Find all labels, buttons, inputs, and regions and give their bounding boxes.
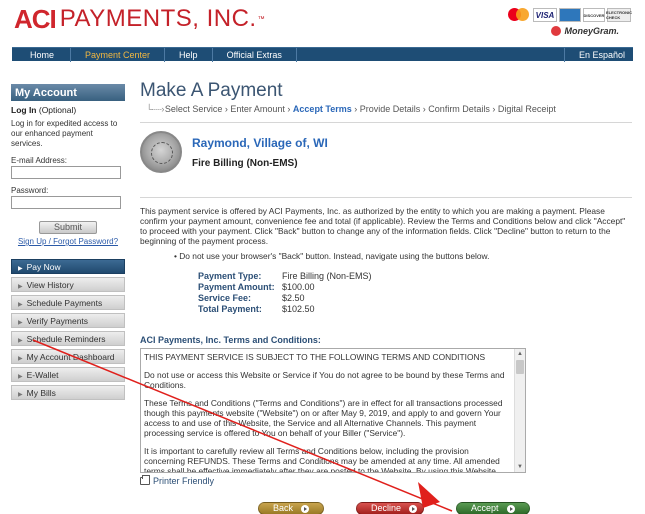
terms-paragraph: It is important to carefully review all … xyxy=(144,446,500,473)
accept-button[interactable]: Accept xyxy=(456,502,530,514)
breadcrumb-current: Accept Terms xyxy=(292,104,352,114)
menu-my-bills[interactable]: ▶ My Bills xyxy=(11,385,125,400)
terms-paragraph: Do not use or access this Website or Ser… xyxy=(144,370,505,390)
nav-home[interactable]: Home xyxy=(12,47,72,62)
discover-icon: DISCOVER xyxy=(583,8,605,22)
email-label: E-mail Address: xyxy=(11,156,68,165)
terms-title: ACI Payments, Inc. Terms and Conditions: xyxy=(140,335,321,345)
logo-aci-text: ACI xyxy=(14,3,57,34)
back-button[interactable]: Back xyxy=(258,502,324,514)
amex-icon xyxy=(559,8,581,22)
arrow-right-icon: ▶ xyxy=(18,320,23,326)
printer-friendly-label: Printer Friendly xyxy=(153,476,215,486)
login-title: Log In (Optional) xyxy=(11,105,125,115)
my-account-header: My Account xyxy=(11,84,125,101)
aci-logo[interactable]: ACI PAYMENTS, INC. ™ xyxy=(14,3,265,34)
moneygram-icon xyxy=(551,26,562,36)
divider xyxy=(140,122,632,123)
terms-paragraph: THIS PAYMENT SERVICE IS SUBJECT TO THE F… xyxy=(144,352,486,362)
arrow-circle-icon xyxy=(409,504,418,513)
action-buttons: Back Decline Accept xyxy=(258,502,530,514)
arrow-right-icon: ▶ xyxy=(18,284,23,290)
logo-company-text: PAYMENTS, INC. xyxy=(59,5,257,32)
back-button-warning: • Do not use your browser's "Back" butto… xyxy=(174,251,490,261)
logo-tm: ™ xyxy=(257,15,265,23)
breadcrumb-suffix: › Provide Details › Confirm Details › Di… xyxy=(351,104,556,114)
login-label: Log In xyxy=(11,105,37,115)
menu-schedule-payments[interactable]: ▶ Schedule Payments xyxy=(11,295,125,310)
arrow-right-icon: ▶ xyxy=(18,374,23,380)
arrow-right-icon: ▶ xyxy=(18,302,23,308)
divider xyxy=(140,197,632,198)
scroll-down-icon[interactable]: ▼ xyxy=(515,462,525,472)
breadcrumb: └·····› Select Service › Enter Amount › … xyxy=(140,104,632,114)
total-payment-row: Total Payment: $102.50 xyxy=(198,304,315,314)
account-menu: ▶ Pay Now ▶ View History ▶ Schedule Payment… xyxy=(11,259,125,400)
menu-account-dashboard[interactable]: ▶ My Account Dashboard xyxy=(11,349,125,364)
biller-service: Fire Billing (Non-EMS) xyxy=(192,158,298,169)
sidebar: My Account Log In (Optional) Log in for … xyxy=(11,84,125,403)
nav-language[interactable]: En Español xyxy=(563,47,633,62)
printer-friendly-link[interactable]: Printer Friendly xyxy=(140,475,632,486)
payment-summary: Payment Type: Fire Billing (Non-EMS) Paym… xyxy=(198,271,632,315)
nav-official-extras[interactable]: Official Extras xyxy=(213,47,297,62)
submit-button[interactable]: Submit xyxy=(39,221,97,234)
login-description: Log in for expedited access to our enhan… xyxy=(11,119,118,148)
terms-paragraph: These Terms and Conditions ("Terms and C… xyxy=(144,398,503,438)
mastercard-icon xyxy=(507,8,531,22)
biller-info: Raymond, Village of, WI Fire Billing (No… xyxy=(140,131,632,181)
arrow-right-icon: ▶ xyxy=(18,266,23,272)
scroll-up-icon[interactable]: ▲ xyxy=(515,349,525,359)
moneygram-logo: MoneyGram. xyxy=(551,26,619,36)
visa-icon: VISA xyxy=(533,8,557,22)
page-title: Make A Payment xyxy=(140,80,283,101)
breadcrumb-prefix: Select Service › Enter Amount › xyxy=(164,104,293,114)
payment-cards: VISA DISCOVER ELECTRONIC CHECK xyxy=(507,8,632,22)
breadcrumb-dots: └·····› xyxy=(146,104,165,114)
arrow-circle-icon xyxy=(506,504,515,513)
printer-icon xyxy=(140,475,150,485)
login-optional: (Optional) xyxy=(36,105,77,115)
electronic-check-icon: ELECTRONIC CHECK xyxy=(606,8,632,22)
village-seal-icon xyxy=(140,131,182,173)
menu-verify-payments[interactable]: ▶ Verify Payments xyxy=(11,313,125,328)
main-content: Make A Payment └·····› Select Service › … xyxy=(140,80,632,486)
terms-scrollbar[interactable]: ▲ ▼ xyxy=(514,349,525,472)
signup-forgot-link[interactable]: Sign Up / Forgot Password? xyxy=(11,237,125,246)
arrow-right-icon: ▶ xyxy=(18,356,23,362)
menu-schedule-reminders[interactable]: ▶ Schedule Reminders xyxy=(11,331,125,346)
payment-type-row: Payment Type: Fire Billing (Non-EMS) xyxy=(198,271,372,281)
password-field[interactable] xyxy=(11,196,121,209)
arrow-right-icon: ▶ xyxy=(18,338,23,344)
email-field[interactable] xyxy=(11,166,121,179)
biller-name: Raymond, Village of, WI xyxy=(192,136,328,150)
nav-payment-center[interactable]: Payment Center xyxy=(71,47,166,62)
moneygram-text: MoneyGram. xyxy=(564,26,619,36)
decline-button[interactable]: Decline xyxy=(356,502,424,514)
service-fee-row: Service Fee: $2.50 xyxy=(198,293,305,303)
scroll-thumb[interactable] xyxy=(516,360,524,374)
arrow-right-icon: ▶ xyxy=(18,392,23,398)
arrow-circle-icon xyxy=(301,504,310,513)
nav-help[interactable]: Help xyxy=(165,47,213,62)
top-nav: Home Payment Center Help Official Extras… xyxy=(12,47,633,62)
password-label: Password: xyxy=(11,186,49,195)
menu-view-history[interactable]: ▶ View History xyxy=(11,277,125,292)
intro-text: This payment service is offered by ACI P… xyxy=(140,206,626,246)
menu-pay-now[interactable]: ▶ Pay Now xyxy=(11,259,125,274)
menu-e-wallet[interactable]: ▶ E-Wallet xyxy=(11,367,125,382)
terms-textarea[interactable]: THIS PAYMENT SERVICE IS SUBJECT TO THE F… xyxy=(140,348,526,473)
payment-amount-row: Payment Amount: $100.00 xyxy=(198,282,315,292)
